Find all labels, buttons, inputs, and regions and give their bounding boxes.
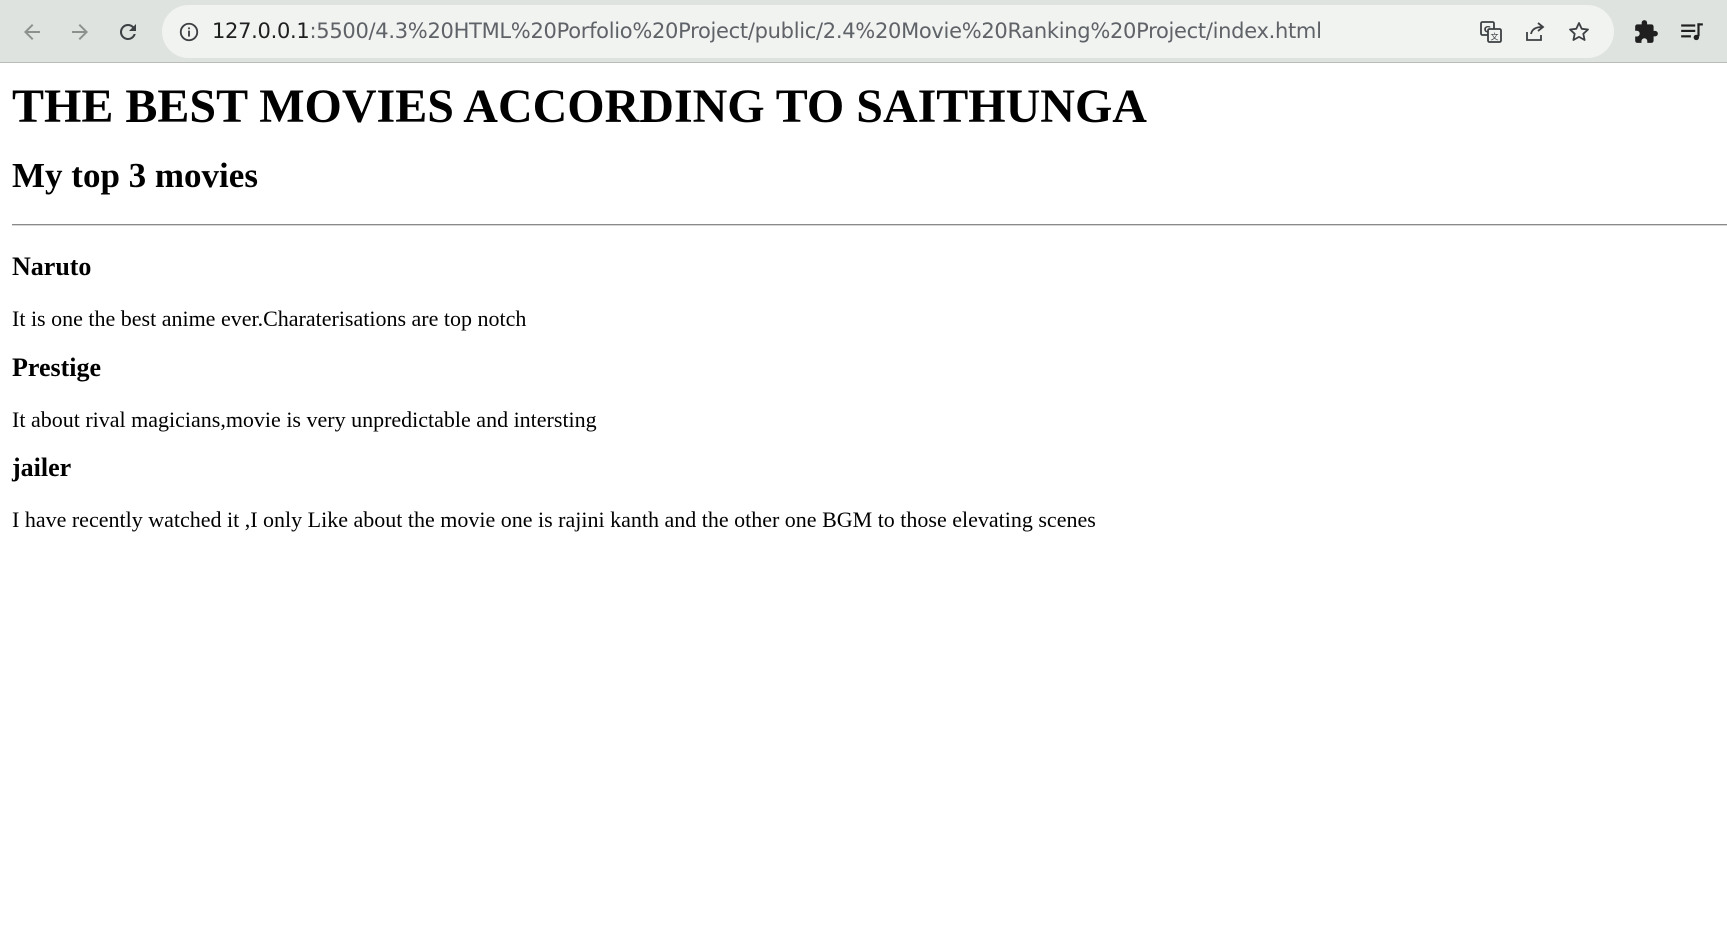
reload-icon bbox=[119, 23, 136, 40]
translate-icon: G 文 bbox=[1480, 21, 1502, 43]
page-subtitle: My top 3 movies bbox=[12, 156, 258, 196]
divider bbox=[12, 224, 1727, 227]
share-icon bbox=[1526, 22, 1545, 41]
share-button[interactable] bbox=[1522, 19, 1548, 45]
movie-description: It about rival magicians,movie is very u… bbox=[12, 406, 597, 432]
movie-item: Naruto It is one the best anime ever.Cha… bbox=[12, 252, 1727, 331]
browser-toolbar: 127.0.0.1:5500/4.3%20HTML%20Porfolio%20P… bbox=[0, 0, 1727, 63]
movie-list: Naruto It is one the best anime ever.Cha… bbox=[12, 252, 1727, 532]
back-button[interactable] bbox=[12, 12, 52, 52]
movie-item: Prestige It about rival magicians,movie … bbox=[12, 353, 1727, 432]
reading-list-icon bbox=[1681, 23, 1703, 41]
movie-title: jailer bbox=[12, 452, 72, 482]
info-icon[interactable] bbox=[178, 21, 200, 43]
bookmark-button[interactable] bbox=[1566, 19, 1592, 45]
url-host: 127.0.0.1 bbox=[212, 19, 310, 43]
arrow-right-icon bbox=[72, 24, 88, 40]
star-icon bbox=[1569, 22, 1589, 41]
extensions-button[interactable] bbox=[1632, 18, 1660, 46]
puzzle-icon bbox=[1635, 20, 1658, 43]
url-path: :5500/4.3%20HTML%20Porfolio%20Project/pu… bbox=[309, 19, 1322, 43]
page-title: THE BEST MOVIES ACCORDING TO SAITHUNGA bbox=[12, 80, 1147, 133]
address-bar[interactable]: 127.0.0.1:5500/4.3%20HTML%20Porfolio%20P… bbox=[162, 5, 1614, 58]
reload-button[interactable] bbox=[108, 12, 148, 52]
movie-description: I have recently watched it ,I only Like … bbox=[12, 506, 1096, 532]
movie-description: It is one the best anime ever.Charateris… bbox=[12, 306, 527, 332]
url-text[interactable]: 127.0.0.1:5500/4.3%20HTML%20Porfolio%20P… bbox=[212, 5, 1322, 58]
arrow-left-icon bbox=[24, 24, 40, 40]
movie-title: Prestige bbox=[12, 352, 102, 382]
reading-list-button[interactable] bbox=[1678, 18, 1706, 46]
svg-text:文: 文 bbox=[1491, 32, 1499, 42]
forward-button[interactable] bbox=[60, 12, 100, 52]
movie-item: jailer I have recently watched it ,I onl… bbox=[12, 453, 1727, 532]
page-content: THE BEST MOVIES ACCORDING TO SAITHUNGA M… bbox=[12, 63, 1727, 532]
movie-title: Naruto bbox=[12, 252, 92, 282]
translate-button[interactable]: G 文 bbox=[1478, 19, 1504, 45]
